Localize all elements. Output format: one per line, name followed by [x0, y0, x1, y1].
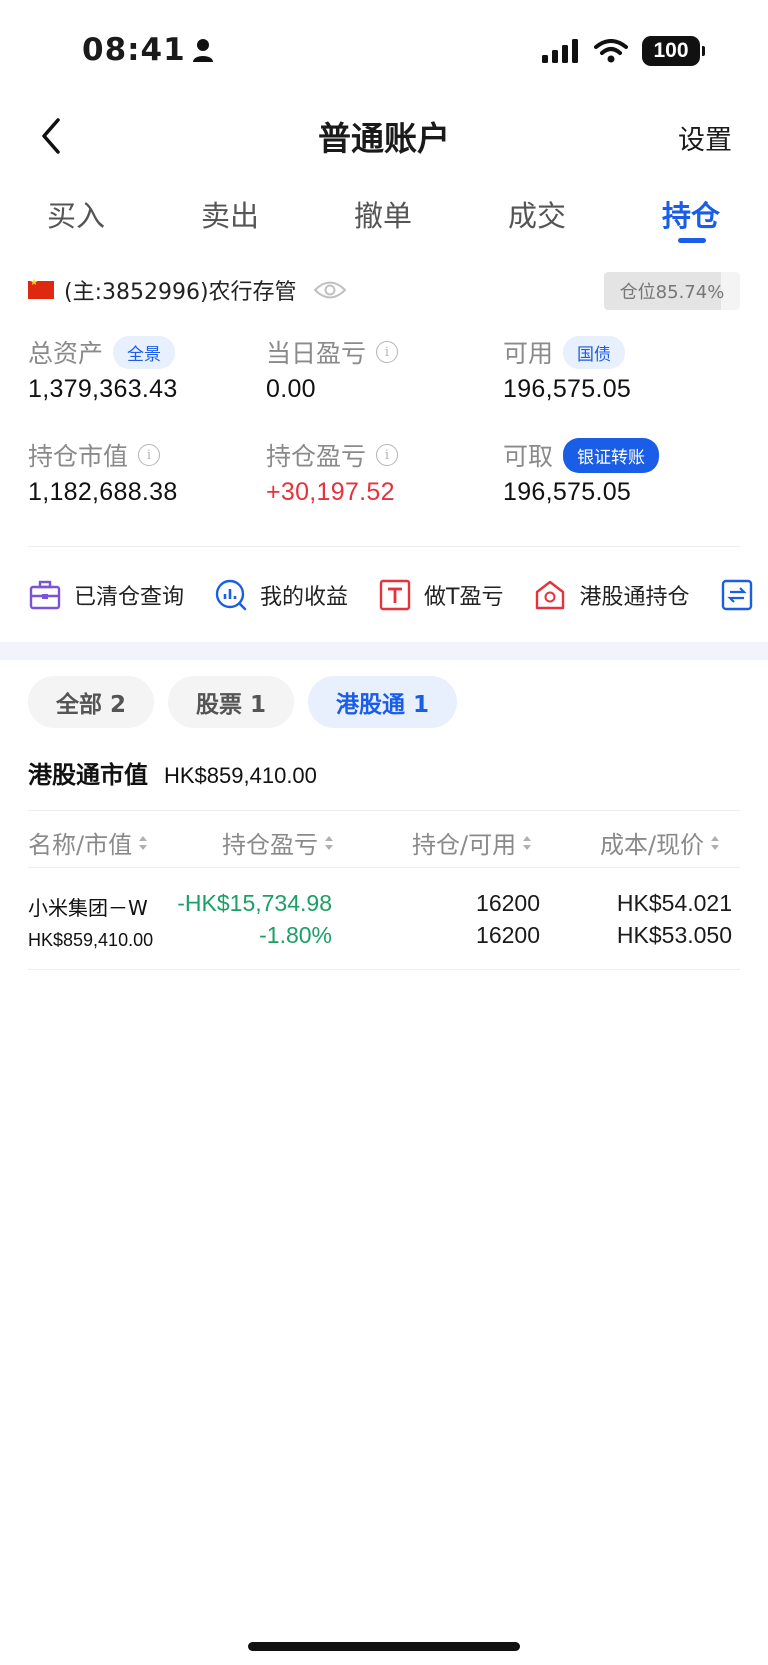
shortcut-hk-connect-holdings[interactable]: 港股通持仓 — [533, 578, 690, 612]
sort-icon — [523, 835, 532, 850]
bank-transfer-button[interactable]: 银证转账 — [563, 437, 660, 473]
shortcut-label: 我的收益 — [260, 585, 349, 610]
stock-available: 16200 — [476, 922, 540, 948]
status-bar: 08:41 100 — [0, 0, 768, 100]
column-label: 名称/市值 — [28, 831, 133, 859]
t-box-icon — [379, 579, 411, 611]
stock-pnl-percent: -1.80% — [259, 922, 332, 948]
metric-daily-pnl: 当日盈亏 i 0.00 — [266, 335, 399, 404]
status-icons: 100 — [542, 36, 705, 66]
stock-pnl: -HK$15,734.98 — [177, 890, 332, 916]
shortcut-cleared-positions[interactable]: 已清仓查询 — [28, 578, 184, 612]
info-icon[interactable]: i — [376, 341, 399, 363]
home-indicator[interactable] — [248, 1642, 520, 1651]
market-value-amount: HK$859,410.00 — [164, 763, 317, 788]
status-time: 08:41 — [82, 32, 214, 68]
tab-sell[interactable]: 卖出 — [180, 193, 280, 235]
column-name-value[interactable]: 名称/市值 — [28, 825, 148, 860]
section-separator — [0, 642, 768, 660]
shortcut-more[interactable] — [720, 578, 754, 612]
column-label: 持仓/可用 — [412, 831, 517, 859]
tab-buy[interactable]: 买入 — [26, 193, 126, 235]
stock-market-value: HK$859,410.00 — [28, 930, 154, 950]
shortcut-label: 港股通持仓 — [579, 585, 690, 610]
filter-hk-connect[interactable]: 港股通 1 — [308, 676, 458, 728]
total-assets-label: 总资产 — [28, 339, 104, 368]
sort-icon — [139, 835, 148, 850]
stock-holding: 16200 — [476, 890, 540, 916]
position-ratio-badge: 仓位85.74% — [604, 272, 740, 310]
tab-cancel[interactable]: 撤单 — [333, 193, 433, 235]
eye-icon[interactable] — [313, 279, 347, 301]
shortcut-t-trade-pnl[interactable]: 做T盈亏 — [378, 578, 503, 612]
shortcut-bar: 已清仓查询 我的收益 做T盈亏 港股通持仓 — [28, 570, 768, 620]
daily-pnl-value: 0.00 — [266, 375, 316, 403]
info-icon[interactable]: i — [376, 444, 399, 466]
column-pnl[interactable]: 持仓盈亏 — [222, 825, 334, 860]
stock-cost: HK$54.021 — [616, 890, 732, 916]
active-tab-indicator — [678, 238, 706, 243]
page-title: 普通账户 — [318, 119, 450, 158]
panorama-badge[interactable]: 全景 — [113, 335, 176, 369]
wifi-icon — [594, 39, 628, 63]
sort-icon — [711, 835, 720, 850]
metric-available: 可用 国债 196,575.05 — [503, 335, 631, 404]
signal-icon — [542, 39, 578, 63]
battery-level: 100 — [653, 39, 689, 62]
shortcut-my-earnings[interactable]: 我的收益 — [214, 578, 348, 612]
settings-button[interactable]: 设置 — [678, 118, 732, 157]
stock-name: 小米集团－W — [28, 896, 148, 920]
column-cost-price[interactable]: 成本/现价 — [600, 825, 720, 860]
available-value: 196,575.05 — [503, 375, 632, 403]
transfer-icon — [721, 579, 752, 611]
china-flag-icon — [28, 278, 54, 299]
column-label: 持仓盈亏 — [222, 831, 318, 859]
table-row[interactable]: 小米集团－W HK$859,410.00 -HK$15,734.98 -1.80… — [28, 870, 740, 970]
treasury-bond-badge[interactable]: 国债 — [563, 335, 626, 369]
column-holding-available[interactable]: 持仓/可用 — [412, 825, 532, 860]
metric-holding-pnl: 持仓盈亏 i +30,197.52 — [266, 438, 399, 507]
holding-pnl-label: 持仓盈亏 — [266, 442, 367, 471]
sort-icon — [325, 835, 333, 850]
divider — [28, 546, 740, 547]
market-value-label: 港股通市值 — [28, 761, 148, 789]
metric-withdrawable: 可取 银证转账 196,575.05 — [503, 437, 660, 507]
column-label: 成本/现价 — [600, 831, 705, 859]
info-icon[interactable]: i — [138, 444, 161, 466]
account-row: (主:3852996)农行存管 仓位85.74% — [28, 270, 740, 310]
withdrawable-label: 可取 — [503, 442, 554, 471]
total-assets-value: 1,379,363.43 — [28, 375, 178, 403]
filter-all[interactable]: 全部 2 — [28, 676, 155, 728]
metric-total-assets: 总资产 全景 1,379,363.43 — [28, 335, 178, 404]
metric-holding-value: 持仓市值 i 1,182,688.38 — [28, 438, 178, 507]
chart-search-icon — [215, 579, 247, 611]
briefcase-icon — [29, 580, 61, 610]
account-label[interactable]: (主:3852996)农行存管 — [64, 274, 297, 306]
shortcut-label: 做T盈亏 — [424, 585, 504, 610]
holding-value-value: 1,182,688.38 — [28, 478, 178, 506]
market-value-row: 港股通市值 HK$859,410.00 — [28, 755, 317, 790]
shortcut-label: 已清仓查询 — [74, 585, 185, 610]
trade-tabs: 买入 卖出 撤单 成交 持仓 — [0, 185, 768, 245]
battery-indicator: 100 — [642, 36, 705, 66]
holding-filters: 全部 2 股票 1 港股通 1 — [28, 676, 458, 728]
stock-price: HK$53.050 — [616, 922, 732, 948]
holding-pnl-value: +30,197.52 — [266, 478, 395, 506]
tab-holdings[interactable]: 持仓 — [641, 193, 741, 235]
withdrawable-value: 196,575.05 — [503, 478, 632, 506]
hk-house-icon — [536, 580, 565, 610]
person-icon — [192, 39, 213, 62]
time-text: 08:41 — [82, 32, 186, 68]
holdings-table-header: 名称/市值 持仓盈亏 持仓/可用 成本/现价 — [28, 810, 740, 868]
filter-stocks[interactable]: 股票 1 — [168, 676, 295, 728]
available-label: 可用 — [503, 339, 554, 368]
tab-deals[interactable]: 成交 — [487, 193, 587, 235]
holding-value-label: 持仓市值 — [28, 442, 129, 471]
nav-bar: 普通账户 设置 — [0, 100, 768, 170]
daily-pnl-label: 当日盈亏 — [266, 339, 367, 368]
